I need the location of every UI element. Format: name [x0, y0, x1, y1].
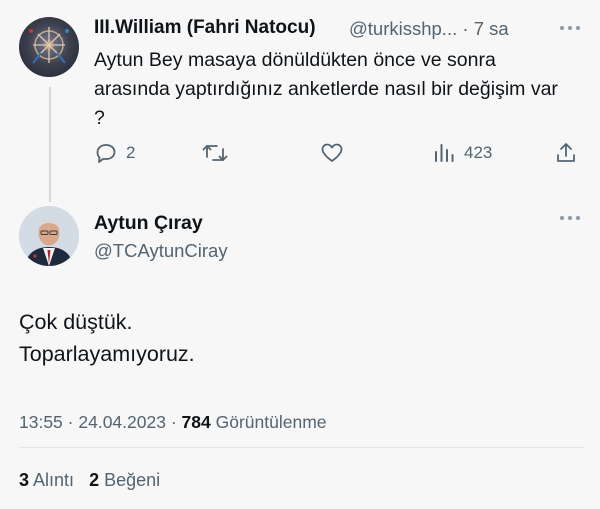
reply-tweet-text: Aytun Bey masaya dönüldükten önce ve son… — [94, 49, 558, 129]
share-icon — [557, 143, 575, 162]
views-count: 423 — [464, 143, 493, 162]
quotes-count: 3 — [19, 470, 30, 490]
thread-connector-line — [49, 87, 51, 202]
retweet-button[interactable] — [202, 138, 228, 168]
views-button[interactable]: 423 — [432, 138, 492, 168]
share-button[interactable] — [554, 138, 578, 168]
tweet-views-count: 784 — [181, 412, 211, 432]
person-photo-icon — [19, 206, 79, 266]
retweet-icon — [202, 145, 228, 161]
quotes-stat[interactable]: 3 Alıntı — [19, 470, 74, 490]
more-horizontal-icon[interactable] — [558, 18, 582, 38]
reply-time[interactable]: 7 sa — [474, 18, 509, 39]
reply-author-handle[interactable]: @turkisshp... — [349, 18, 457, 39]
reply-author-name[interactable]: III.William (Fahri Natocu) — [94, 17, 316, 39]
likes-stat[interactable]: 2 Beğeni — [89, 470, 160, 490]
views-bar-icon — [435, 144, 454, 162]
main-author-avatar[interactable] — [19, 206, 79, 266]
likes-label: Beğeni — [104, 470, 161, 490]
main-tweet-line-1: Çok düştük. — [19, 310, 133, 334]
main-tweet-line-2: Toparlayamıyoruz. — [19, 342, 195, 366]
reply-author-avatar[interactable] — [19, 17, 79, 77]
reply-actions-bar: 2 423 — [94, 138, 584, 168]
meta-separator: · — [462, 18, 469, 39]
likes-count: 2 — [89, 470, 100, 490]
meta-dot: · — [67, 412, 74, 432]
tweet-date[interactable]: 24.04.2023 — [78, 412, 166, 432]
tweet-meta: 13:55 · 24.04.2023 · 784 Görüntülenme — [19, 412, 327, 433]
tweet-views-label: Görüntülenme — [215, 412, 327, 432]
main-tweet-text: Çok düştük. Toparlayamıyoruz. — [19, 306, 195, 370]
meta-dot: · — [170, 412, 177, 432]
main-author-handle[interactable]: @TCAytunCiray — [94, 240, 228, 262]
tweet-time[interactable]: 13:55 — [19, 412, 63, 432]
stats-divider — [19, 447, 585, 448]
reply-icon — [96, 144, 116, 163]
tweet-stats: 3 Alıntı 2 Beğeni — [19, 470, 160, 491]
quotes-label: Alıntı — [33, 470, 75, 490]
reply-author-meta: @turkisshp... · 7 sa — [349, 18, 509, 40]
avatar-emblem-icon — [29, 27, 69, 64]
more-horizontal-icon[interactable] — [558, 208, 582, 228]
heart-icon — [321, 143, 343, 162]
reply-count: 2 — [126, 143, 136, 162]
main-author-name[interactable]: Aytun Çıray — [94, 212, 203, 235]
reply-button[interactable]: 2 — [94, 138, 135, 168]
like-button[interactable] — [320, 138, 344, 168]
